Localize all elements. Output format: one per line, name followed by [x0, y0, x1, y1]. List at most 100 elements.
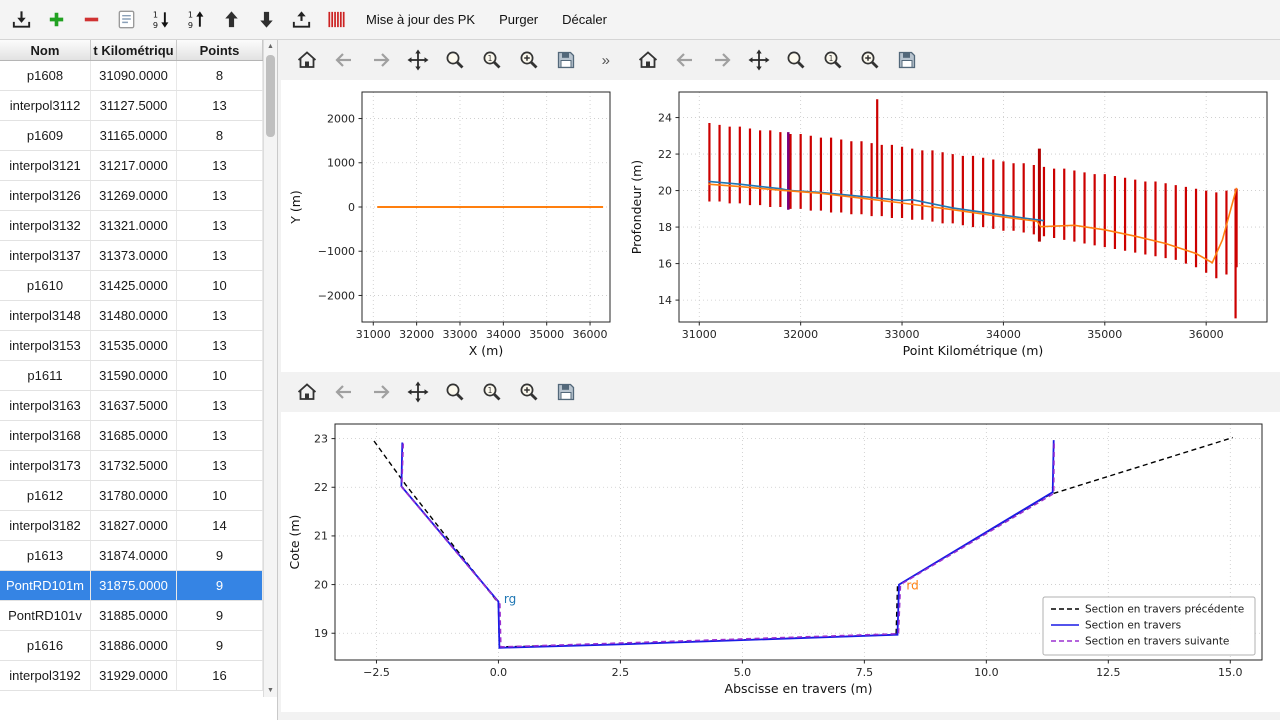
table-row[interactable]: p161031425.000010: [0, 271, 263, 301]
table-row[interactable]: p161231780.000010: [0, 481, 263, 511]
toolbar-overflow-chevron[interactable]: »: [602, 52, 610, 69]
forward-button[interactable]: [367, 46, 395, 74]
home-button[interactable]: [293, 46, 321, 74]
save-button[interactable]: [552, 378, 580, 406]
move-down-button[interactable]: [251, 4, 282, 35]
forward-button[interactable]: [367, 378, 395, 406]
svg-text:0: 0: [348, 201, 355, 214]
scrollbar-thumb[interactable]: [266, 55, 275, 137]
zoom-one-icon: 1: [480, 380, 504, 404]
column-header-nom[interactable]: Nom: [0, 40, 91, 60]
svg-text:−1000: −1000: [317, 245, 354, 258]
zoom-one-button[interactable]: 1: [819, 46, 847, 74]
cell-nom: interpol3182: [0, 511, 91, 540]
svg-text:−2.5: −2.5: [363, 666, 390, 679]
table-row[interactable]: interpol312131217.000013: [0, 151, 263, 181]
save-button[interactable]: [893, 46, 921, 74]
remove-section-button[interactable]: [76, 4, 107, 35]
home-icon: [636, 48, 660, 72]
update-pk-button[interactable]: Mise à jour des PK: [356, 6, 485, 33]
cell-pk: 31535.0000: [91, 331, 177, 360]
profile-chart[interactable]: 3100032000330003400035000360001416182022…: [625, 80, 1277, 368]
svg-text:9: 9: [188, 20, 193, 30]
table-row[interactable]: interpol312631269.000013: [0, 181, 263, 211]
table-row[interactable]: interpol318231827.000014: [0, 511, 263, 541]
zoom-one-button[interactable]: 1: [478, 378, 506, 406]
table-row[interactable]: interpol317331732.500013: [0, 451, 263, 481]
svg-text:rg: rg: [504, 592, 516, 606]
cell-points: 13: [177, 91, 263, 120]
zoom-icon: [443, 48, 467, 72]
pan-button[interactable]: [745, 46, 773, 74]
table-row[interactable]: p160831090.00008: [0, 61, 263, 91]
purge-button[interactable]: Purger: [489, 6, 548, 33]
shift-button[interactable]: Décaler: [552, 6, 617, 33]
table-row[interactable]: interpol311231127.500013: [0, 91, 263, 121]
back-button[interactable]: [671, 46, 699, 74]
svg-text:5.0: 5.0: [734, 666, 752, 679]
table-row[interactable]: PontRD101v31885.00009: [0, 601, 263, 631]
svg-text:35000: 35000: [1087, 328, 1122, 341]
plan-view-chart[interactable]: 310003200033000340003500036000−2000−1000…: [284, 80, 620, 368]
back-icon: [332, 380, 356, 404]
sort-descending-icon: 19: [150, 8, 173, 31]
cell-points: 13: [177, 421, 263, 450]
table-row[interactable]: interpol314831480.000013: [0, 301, 263, 331]
pan-button[interactable]: [404, 46, 432, 74]
export-button[interactable]: [286, 4, 317, 35]
table-scrollbar[interactable]: ▲ ▼: [263, 40, 277, 697]
column-header-pk[interactable]: t Kilométriqu: [91, 40, 177, 60]
forward-button[interactable]: [708, 46, 736, 74]
svg-text:Cote (m): Cote (m): [287, 515, 302, 570]
scrollbar-up-arrow-icon[interactable]: ▲: [264, 40, 277, 53]
add-section-button[interactable]: [41, 4, 72, 35]
sections-button[interactable]: [321, 4, 352, 35]
cross-section-figure: 1 rgrd−2.50.02.55.07.510.012.515.0192021…: [281, 372, 1280, 712]
svg-text:33000: 33000: [442, 328, 477, 341]
move-up-button[interactable]: [216, 4, 247, 35]
sort-ascending-button[interactable]: 19: [181, 4, 212, 35]
home-button[interactable]: [634, 46, 662, 74]
table-row[interactable]: interpol313231321.000013: [0, 211, 263, 241]
zoom-plus-button[interactable]: [515, 378, 543, 406]
table-row[interactable]: interpol316331637.500013: [0, 391, 263, 421]
svg-text:9: 9: [153, 20, 158, 30]
table-row[interactable]: p161631886.00009: [0, 631, 263, 661]
table-row[interactable]: p161331874.00009: [0, 541, 263, 571]
table-row[interactable]: interpol319231929.000016: [0, 661, 263, 691]
svg-text:34000: 34000: [986, 328, 1021, 341]
pan-button[interactable]: [404, 378, 432, 406]
table-row[interactable]: p161131590.000010: [0, 361, 263, 391]
zoom-plus-button[interactable]: [856, 46, 884, 74]
cell-nom: p1612: [0, 481, 91, 510]
svg-text:18: 18: [658, 221, 672, 234]
svg-text:22: 22: [314, 481, 328, 494]
svg-text:1000: 1000: [327, 157, 355, 170]
zoom-plus-button[interactable]: [515, 46, 543, 74]
back-button[interactable]: [330, 378, 358, 406]
save-button[interactable]: [552, 46, 580, 74]
sort-descending-button[interactable]: 19: [146, 4, 177, 35]
scrollbar-down-arrow-icon[interactable]: ▼: [264, 684, 277, 697]
zoom-button[interactable]: [782, 46, 810, 74]
edit-section-button[interactable]: [111, 4, 142, 35]
cell-pk: 31165.0000: [91, 121, 177, 150]
cell-points: 13: [177, 151, 263, 180]
column-header-points[interactable]: Points: [177, 40, 263, 60]
svg-text:12.5: 12.5: [1096, 666, 1121, 679]
import-button[interactable]: [6, 4, 37, 35]
back-button[interactable]: [330, 46, 358, 74]
cell-points: 10: [177, 481, 263, 510]
table-row[interactable]: interpol313731373.000013: [0, 241, 263, 271]
cross-section-chart[interactable]: rgrd−2.50.02.55.07.510.012.515.019202122…: [283, 412, 1278, 708]
zoom-one-button[interactable]: 1: [478, 46, 506, 74]
table-row[interactable]: PontRD101m31875.00009: [0, 571, 263, 601]
zoom-button[interactable]: [441, 46, 469, 74]
home-button[interactable]: [293, 378, 321, 406]
table-row[interactable]: p160931165.00008: [0, 121, 263, 151]
table-row[interactable]: interpol315331535.000013: [0, 331, 263, 361]
svg-text:Profondeur (m): Profondeur (m): [629, 160, 644, 254]
zoom-button[interactable]: [441, 378, 469, 406]
table-row[interactable]: interpol316831685.000013: [0, 421, 263, 451]
cell-pk: 31127.5000: [91, 91, 177, 120]
